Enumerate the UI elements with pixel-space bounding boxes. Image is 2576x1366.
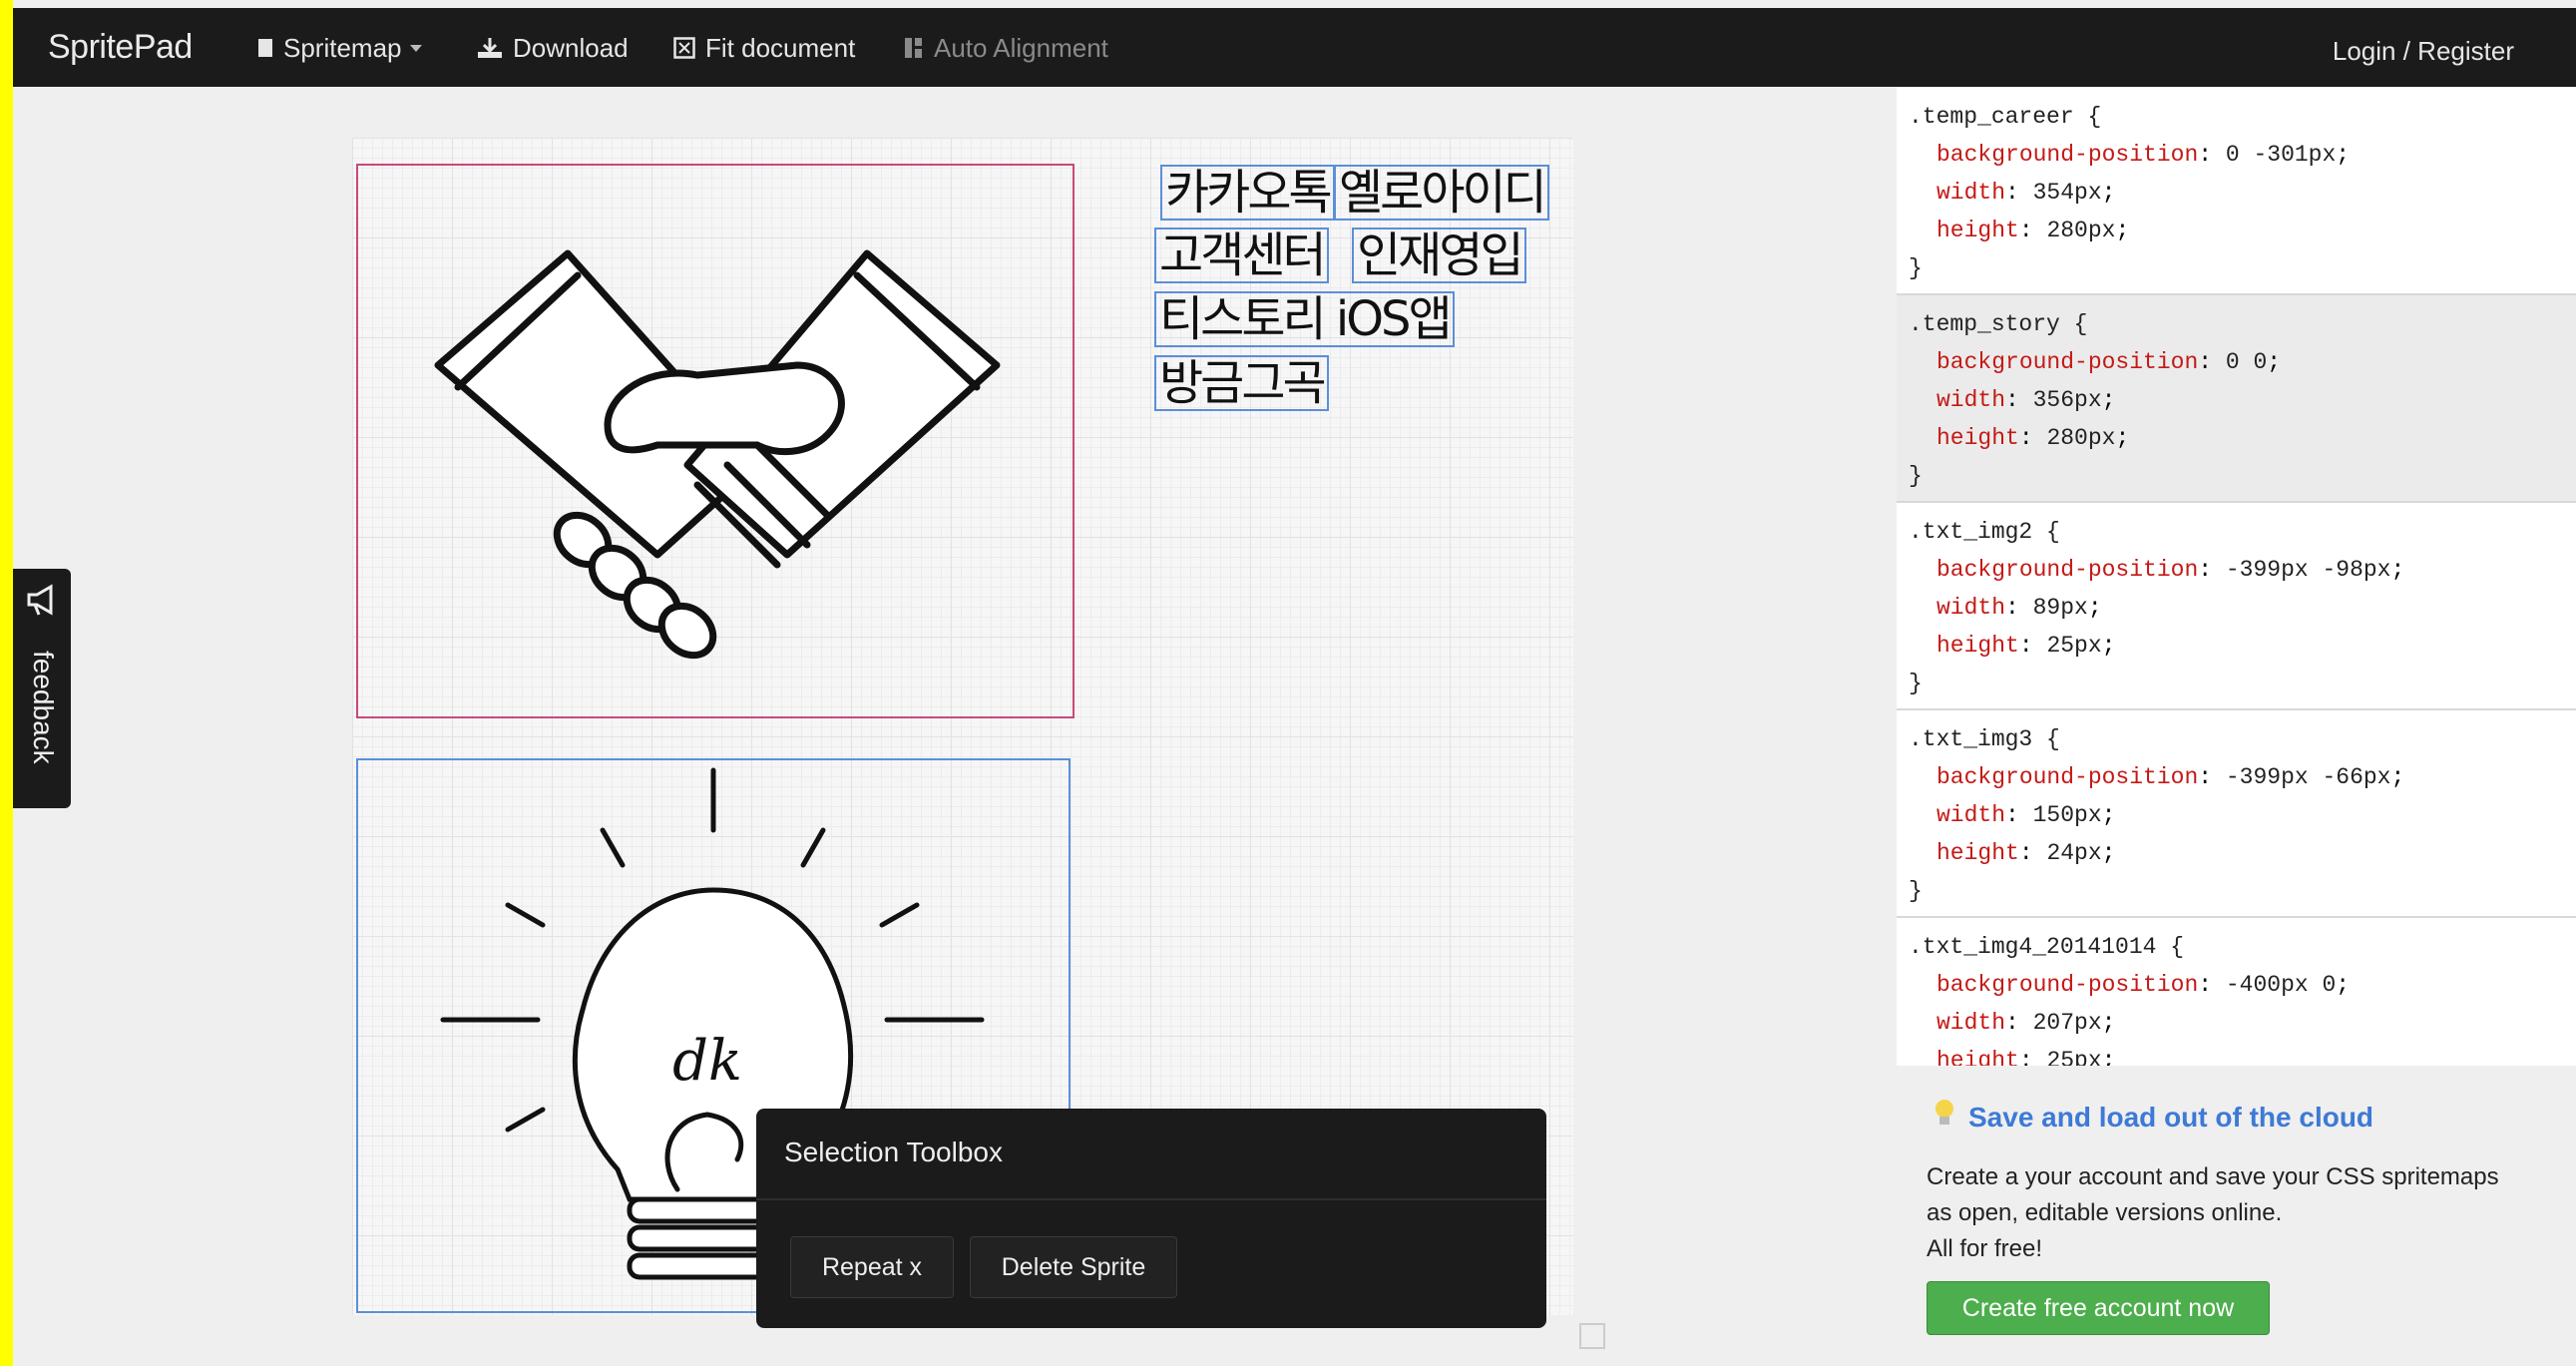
brand-logo[interactable]: SpritePad: [48, 28, 193, 67]
auto-alignment-label: Auto Alignment: [934, 32, 1108, 63]
handshake-icon: [434, 249, 1001, 660]
css-selector: .temp_career: [1909, 104, 2074, 130]
login-register-link[interactable]: Login / Register: [2333, 36, 2514, 67]
css-prop-key: width: [1936, 802, 2006, 828]
css-prop-value: -399px -98px: [2225, 557, 2391, 583]
lightbulb-small-icon: [1935, 1100, 1953, 1125]
app-window: SpritePad Spritemap Download Fit documen…: [13, 0, 2576, 1366]
css-prop-value: -400px 0: [2225, 972, 2337, 998]
sprite-text-kakaotalk[interactable]: 카카오톡: [1160, 165, 1335, 221]
sprite-text-customer-center[interactable]: 고객센터: [1154, 228, 1329, 283]
bulb-signature: dk: [672, 1029, 742, 1094]
css-prop-value: -399px -66px: [2225, 764, 2391, 790]
css-prop-key: background-position: [1936, 142, 2199, 168]
spritemap-label: Spritemap: [283, 32, 402, 63]
fit-icon: [673, 37, 695, 59]
spritemap-menu[interactable]: Spritemap: [257, 32, 422, 64]
sprite-text-banggeum-label: 방금그곡: [1159, 355, 1327, 411]
align-icon: [905, 38, 922, 58]
toolbox-divider: [756, 1198, 1546, 1200]
selection-toolbox: Selection Toolbox Repeat x Delete Sprite: [756, 1109, 1546, 1328]
navbar: SpritePad Spritemap Download Fit documen…: [13, 8, 2576, 87]
fit-document-label: Fit document: [705, 32, 856, 63]
css-rule[interactable]: .txt_img4_20141014 { background-position…: [1897, 918, 2576, 1066]
css-prop-value: 207px: [2032, 1010, 2102, 1036]
css-prop-value: 280px: [2046, 218, 2116, 243]
css-selector: .txt_img4_20141014: [1909, 934, 2157, 960]
css-prop-key: width: [1936, 387, 2006, 413]
css-prop-key: height: [1936, 218, 2019, 243]
delete-sprite-button[interactable]: Delete Sprite: [970, 1236, 1177, 1298]
css-prop-key: height: [1936, 425, 2019, 451]
css-prop-value: 0 0: [2225, 349, 2268, 375]
sprite-text-yellowid-label: 옐로아이디: [1339, 165, 1547, 221]
chevron-down-icon: [409, 44, 422, 52]
css-prop-key: height: [1936, 633, 2019, 659]
css-rule[interactable]: .txt_img3 { background-position: -399px …: [1897, 710, 2576, 918]
css-prop-value: 89px: [2032, 595, 2088, 621]
promo-text: Create a your account and save your CSS …: [1927, 1159, 2565, 1267]
css-prop-value: 24px: [2046, 840, 2102, 866]
css-prop-value: 354px: [2032, 180, 2102, 206]
css-prop-value: 25px: [2046, 633, 2102, 659]
sprite-text-tistory-ios-label: 티스토리 iOS앱: [1159, 291, 1453, 347]
css-rule-selected[interactable]: .temp_story { background-position: 0 0; …: [1897, 295, 2576, 503]
css-selector: .txt_img2: [1909, 519, 2033, 545]
css-rule[interactable]: .txt_img2 { background-position: -399px …: [1897, 503, 2576, 710]
sprite-text-customer-center-label: 고객센터: [1159, 228, 1327, 283]
toolbox-title: Selection Toolbox: [784, 1137, 1003, 1167]
sprite-text-banggeum[interactable]: 방금그곡: [1154, 355, 1329, 411]
css-prop-key: width: [1936, 180, 2006, 206]
create-account-button[interactable]: Create free account now: [1927, 1281, 2270, 1335]
css-prop-value: 0 -301px: [2225, 142, 2337, 168]
css-rule[interactable]: .temp_career { background-position: 0 -3…: [1897, 88, 2576, 295]
repeat-x-button[interactable]: Repeat x: [790, 1236, 954, 1298]
css-prop-key: width: [1936, 595, 2006, 621]
promo-title[interactable]: Save and load out of the cloud: [1968, 1102, 2373, 1134]
download-icon: [478, 38, 502, 58]
download-button[interactable]: Download: [477, 32, 629, 64]
auto-alignment-button[interactable]: Auto Alignment: [904, 32, 1108, 64]
css-output-panel[interactable]: .temp_career { background-position: 0 -3…: [1897, 88, 2576, 1066]
promo-text-line: as open, editable versions online.: [1927, 1199, 2283, 1226]
megaphone-icon: [27, 584, 53, 616]
canvas-resize-handle[interactable]: [1579, 1323, 1605, 1349]
sprite-handshake[interactable]: [356, 164, 1074, 718]
sprite-text-recruit-label: 인재영입: [1357, 228, 1524, 283]
sprite-text-kakaotalk-label: 카카오톡: [1165, 165, 1333, 221]
css-prop-key: background-position: [1936, 349, 2199, 375]
css-prop-value: 356px: [2032, 387, 2102, 413]
css-prop-key: background-position: [1936, 764, 2199, 790]
css-prop-key: background-position: [1936, 972, 2199, 998]
css-prop-value: 280px: [2046, 425, 2116, 451]
download-label: Download: [513, 32, 629, 63]
css-selector: .txt_img3: [1909, 726, 2033, 752]
css-prop-key: width: [1936, 1010, 2006, 1036]
css-prop-key: height: [1936, 1048, 2019, 1066]
sprite-text-recruit[interactable]: 인재영입: [1352, 228, 1526, 283]
fit-document-button[interactable]: Fit document: [673, 32, 855, 64]
cloud-promo: Save and load out of the cloud Create a …: [1897, 1068, 2576, 1366]
css-prop-value: 150px: [2032, 802, 2102, 828]
promo-text-line: Create a your account and save your CSS …: [1927, 1163, 2499, 1190]
css-prop-key: background-position: [1936, 557, 2199, 583]
feedback-tab[interactable]: feedback: [13, 569, 71, 808]
css-prop-key: height: [1936, 840, 2019, 866]
document-icon: [258, 39, 272, 57]
promo-text-line: All for free!: [1927, 1235, 2043, 1262]
feedback-label: feedback: [28, 651, 59, 764]
css-prop-value: 25px: [2046, 1048, 2102, 1066]
sprite-text-yellowid[interactable]: 옐로아이디: [1334, 165, 1549, 221]
sprite-text-tistory-ios[interactable]: 티스토리 iOS앱: [1154, 291, 1455, 347]
css-selector: .temp_story: [1909, 311, 2060, 337]
